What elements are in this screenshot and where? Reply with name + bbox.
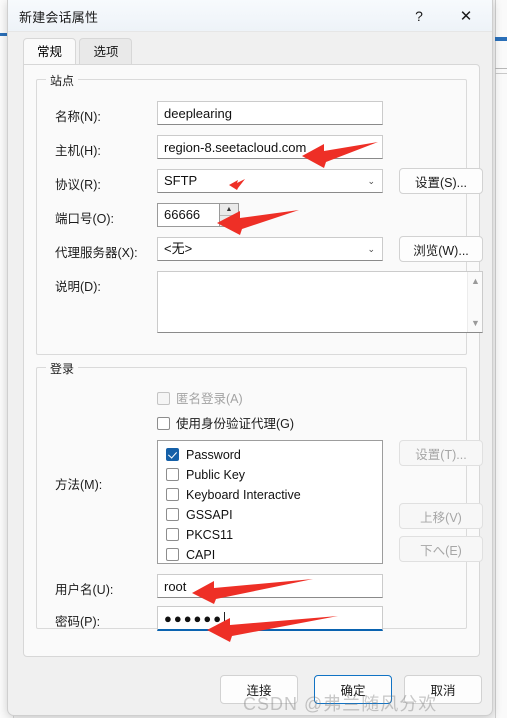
proxy-browse-button[interactable]: 浏览(W)... [399,236,483,262]
window-title: 新建会话属性 [19,10,99,25]
checkbox-icon[interactable] [166,488,179,501]
checkbox-icon[interactable] [157,417,170,430]
username-label: 用户名(U): [55,583,114,597]
password-label: 密码(P): [55,615,101,629]
port-input[interactable]: 66666 [164,204,200,226]
anonymous-login-checkbox: 匿名登录(A) [157,388,243,407]
name-label: 名称(N): [55,110,101,124]
method-label: 方法(M): [55,478,103,492]
background-window-right [495,0,507,718]
proxy-label: 代理服务器(X): [55,246,138,260]
protocol-select[interactable]: SFTP ⌄ [157,169,383,193]
site-group-legend: 站点 [46,72,79,89]
proxy-select[interactable]: <无> ⌄ [157,237,383,261]
tab-general[interactable]: 常规 [23,38,77,64]
host-label: 主机(H): [55,144,101,158]
login-group: 登录 匿名登录(A) 使用身份验证代理(G) 方法(M): Password P… [36,360,483,631]
background-accent-right [495,37,507,41]
site-group: 站点 名称(N): deeplearing 主机(H): region-8.se… [36,72,483,355]
checkbox-icon [157,392,170,405]
scroll-up-icon[interactable]: ▲ [468,274,483,288]
scroll-down-icon[interactable]: ▼ [468,316,483,330]
tab-page-general: 站点 名称(N): deeplearing 主机(H): region-8.se… [23,64,483,657]
anonymous-login-label: 匿名登录(A) [176,392,243,406]
watermark: CSDN @弗兰随风分欢 [243,694,438,714]
background-divider-right-1 [495,68,507,69]
list-item[interactable]: Keyboard Interactive [158,485,382,505]
method-settings-button: 设置(T)... [399,440,483,466]
description-textarea[interactable]: ▲ ▼ [157,271,483,333]
spin-down-icon[interactable]: ▼ [220,216,238,227]
checkbox-icon[interactable] [166,528,179,541]
checkbox-icon[interactable] [166,508,179,521]
checkbox-icon[interactable] [166,468,179,481]
username-input[interactable]: root [157,574,383,598]
tab-options[interactable]: 选项 [79,38,133,64]
list-item[interactable]: Password [158,445,382,465]
chevron-down-icon: ⌄ [367,176,375,186]
protocol-selected-value: SFTP [164,173,198,188]
use-auth-agent-label: 使用身份验证代理(G) [176,417,295,431]
method-name: Password [186,448,241,462]
move-up-button: 上移(V) [399,503,483,529]
move-down-button: 下へ(E) [399,536,483,562]
method-name: GSSAPI [186,508,233,522]
proxy-selected-value: <无> [164,241,193,256]
chevron-down-icon: ⌄ [367,244,375,254]
name-input[interactable]: deeplearing [157,101,383,125]
method-name: PKCS11 [186,528,234,542]
screen: 新建会话属性 ? ✕ 常规 选项 站点 名称(N): deeplearing 主… [0,0,507,718]
background-divider-right-2 [495,73,507,74]
use-auth-agent-checkbox[interactable]: 使用身份验证代理(G) [157,413,294,432]
password-value: ●●●●●● [164,611,224,626]
list-item[interactable]: GSSAPI [158,505,382,525]
session-properties-dialog: 新建会话属性 ? ✕ 常规 选项 站点 名称(N): deeplearing 主… [7,0,493,716]
text-caret [224,612,226,626]
list-item[interactable]: CAPI [158,545,382,565]
password-input[interactable]: ●●●●●● [157,606,383,631]
method-name: Keyboard Interactive [186,488,301,502]
help-button[interactable]: ? [399,0,439,31]
tab-strip: 常规 选项 [8,38,492,64]
list-item[interactable]: Public Key [158,465,382,485]
port-label: 端口号(O): [55,212,115,226]
spin-up-icon[interactable]: ▲ [220,204,238,216]
method-name: CAPI [186,548,216,562]
port-stepper[interactable]: 66666 ▲ ▼ [157,203,239,227]
description-label: 说明(D): [55,280,101,294]
checkbox-icon[interactable] [166,448,179,461]
method-name: Public Key [186,468,246,482]
port-spin-buttons[interactable]: ▲ ▼ [219,204,238,226]
protocol-settings-button[interactable]: 设置(S)... [399,168,483,194]
description-scrollbar[interactable]: ▲ ▼ [467,272,482,332]
checkbox-icon[interactable] [166,548,179,561]
method-listbox[interactable]: Password Public Key Keyboard Interactive… [157,440,383,564]
title-bar: 新建会话属性 ? ✕ [8,0,492,32]
login-group-legend: 登录 [46,360,79,377]
list-item[interactable]: PKCS11 [158,525,382,545]
close-icon[interactable]: ✕ [446,0,486,31]
host-input[interactable]: region-8.seetacloud.com [157,135,383,159]
protocol-label: 协议(R): [55,178,101,192]
